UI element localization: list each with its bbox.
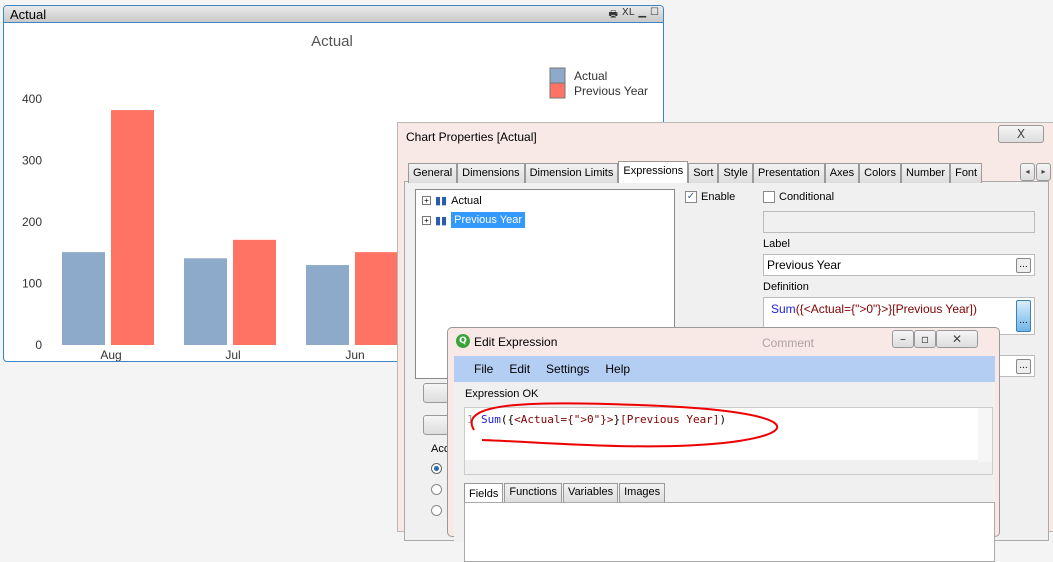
conditional-field[interactable] <box>763 211 1035 233</box>
y-tick-label: 0 <box>35 338 42 352</box>
label-field[interactable]: Previous Year ... <box>763 254 1035 276</box>
minimize-icon[interactable]: ▁ <box>638 7 646 24</box>
bar-previous-year-jul <box>233 239 276 345</box>
menu-settings[interactable]: Settings <box>546 362 589 376</box>
tab-sort[interactable]: Sort <box>688 163 719 183</box>
menu-help[interactable]: Help <box>605 362 630 376</box>
bar-actual-aug <box>62 252 105 345</box>
radio-2[interactable] <box>431 484 442 495</box>
tree-node-actual[interactable]: + ▮▮ Actual <box>422 194 482 207</box>
tab-axes[interactable]: Axes <box>824 163 860 183</box>
xl-icon[interactable]: XL <box>622 7 634 24</box>
tab-bar: General Dimensions Dimension Limits Express… <box>408 161 983 183</box>
expression-status: Expression OK <box>465 388 539 400</box>
menu-file[interactable]: File <box>474 362 493 376</box>
edit-expression-dialog: Q Edit Expression – ▫ ✕ File Edit Settin… <box>447 327 1000 562</box>
editor-tabs: Fields Functions Variables Images <box>464 483 666 502</box>
tab-scroll-left[interactable]: ◂ <box>1020 163 1035 181</box>
tab-expressions[interactable]: Expressions <box>618 161 689 183</box>
conditional-checkbox[interactable] <box>763 191 775 203</box>
bar-previous-year-aug <box>111 110 154 345</box>
bar-actual-jun <box>306 265 349 345</box>
fields-panel <box>464 502 995 562</box>
horizontal-scrollbar[interactable] <box>465 460 992 474</box>
tab-functions[interactable]: Functions <box>504 483 563 502</box>
menu-bar: File Edit Settings Help <box>454 356 995 382</box>
vertical-scrollbar[interactable] <box>978 408 992 462</box>
y-tick-label: 100 <box>22 277 42 291</box>
radio-1[interactable] <box>431 463 442 474</box>
x-tick-label: Jun <box>345 348 364 362</box>
bar-previous-year-jun <box>355 252 398 345</box>
x-tick-label: Aug <box>100 348 121 362</box>
bar-chart-icon: ▮▮ <box>435 214 448 227</box>
restore-button[interactable]: ▫ <box>914 330 936 348</box>
chart-caption-title: Actual <box>10 7 47 22</box>
close-button[interactable]: ✕ <box>936 330 978 348</box>
tab-presentation[interactable]: Presentation <box>752 163 825 183</box>
tab-fields[interactable]: Fields <box>464 483 504 502</box>
dialog-title: Chart Properties [Actual] <box>406 130 537 144</box>
legend-swatch <box>549 67 566 84</box>
y-tick-label: 400 <box>22 92 42 106</box>
tab-font[interactable]: Font <box>950 163 983 183</box>
chart-title: Actual <box>311 33 353 50</box>
tab-general[interactable]: General <box>408 163 458 183</box>
red-annotation-ellipse <box>470 402 779 448</box>
y-tick-label: 200 <box>22 215 42 229</box>
tab-images[interactable]: Images <box>619 483 666 502</box>
x-tick-label: Jul <box>225 348 240 362</box>
bar-actual-jul <box>184 258 227 345</box>
expand-icon[interactable]: + <box>422 215 431 225</box>
bar-chart-icon: ▮▮ <box>435 195 448 207</box>
expand-icon[interactable]: + <box>422 196 431 205</box>
enable-checkbox[interactable]: ✓ <box>685 191 697 203</box>
tab-variables[interactable]: Variables <box>563 483 619 502</box>
editor-body: Expression OK 1 Sum({<Actual={">0"}>}[Pr… <box>454 382 995 562</box>
chart-caption[interactable]: Actual 🖶 XL ▁ ☐ <box>4 6 663 23</box>
definition-edit-button[interactable]: ... <box>1016 300 1031 332</box>
qlikview-logo-icon: Q <box>456 334 470 348</box>
comment-edit-button[interactable]: ... <box>1016 359 1031 374</box>
tab-scroll-right[interactable]: ▸ <box>1036 163 1051 181</box>
minimize-button[interactable]: – <box>892 330 914 348</box>
radio-3[interactable] <box>431 505 442 516</box>
comment-caption: Comment <box>762 336 815 350</box>
close-button[interactable]: X <box>998 125 1044 143</box>
tab-dimensions[interactable]: Dimensions <box>457 163 525 183</box>
tree-node-previous-year[interactable]: + ▮▮ Previous Year <box>422 212 525 228</box>
tab-number[interactable]: Number <box>900 163 951 183</box>
maximize-icon[interactable]: ☐ <box>650 7 659 24</box>
tab-colors[interactable]: Colors <box>859 163 901 183</box>
tab-style[interactable]: Style <box>718 163 753 183</box>
legend-label: Actual <box>574 69 607 83</box>
print-icon[interactable]: 🖶 <box>608 7 617 24</box>
legend-swatch <box>549 82 566 99</box>
label-edit-button[interactable]: ... <box>1016 258 1031 273</box>
menu-edit[interactable]: Edit <box>509 362 530 376</box>
y-tick-label: 300 <box>22 154 42 168</box>
legend-label: Previous Year <box>574 84 648 98</box>
tab-dimension-limits[interactable]: Dimension Limits <box>524 163 619 183</box>
